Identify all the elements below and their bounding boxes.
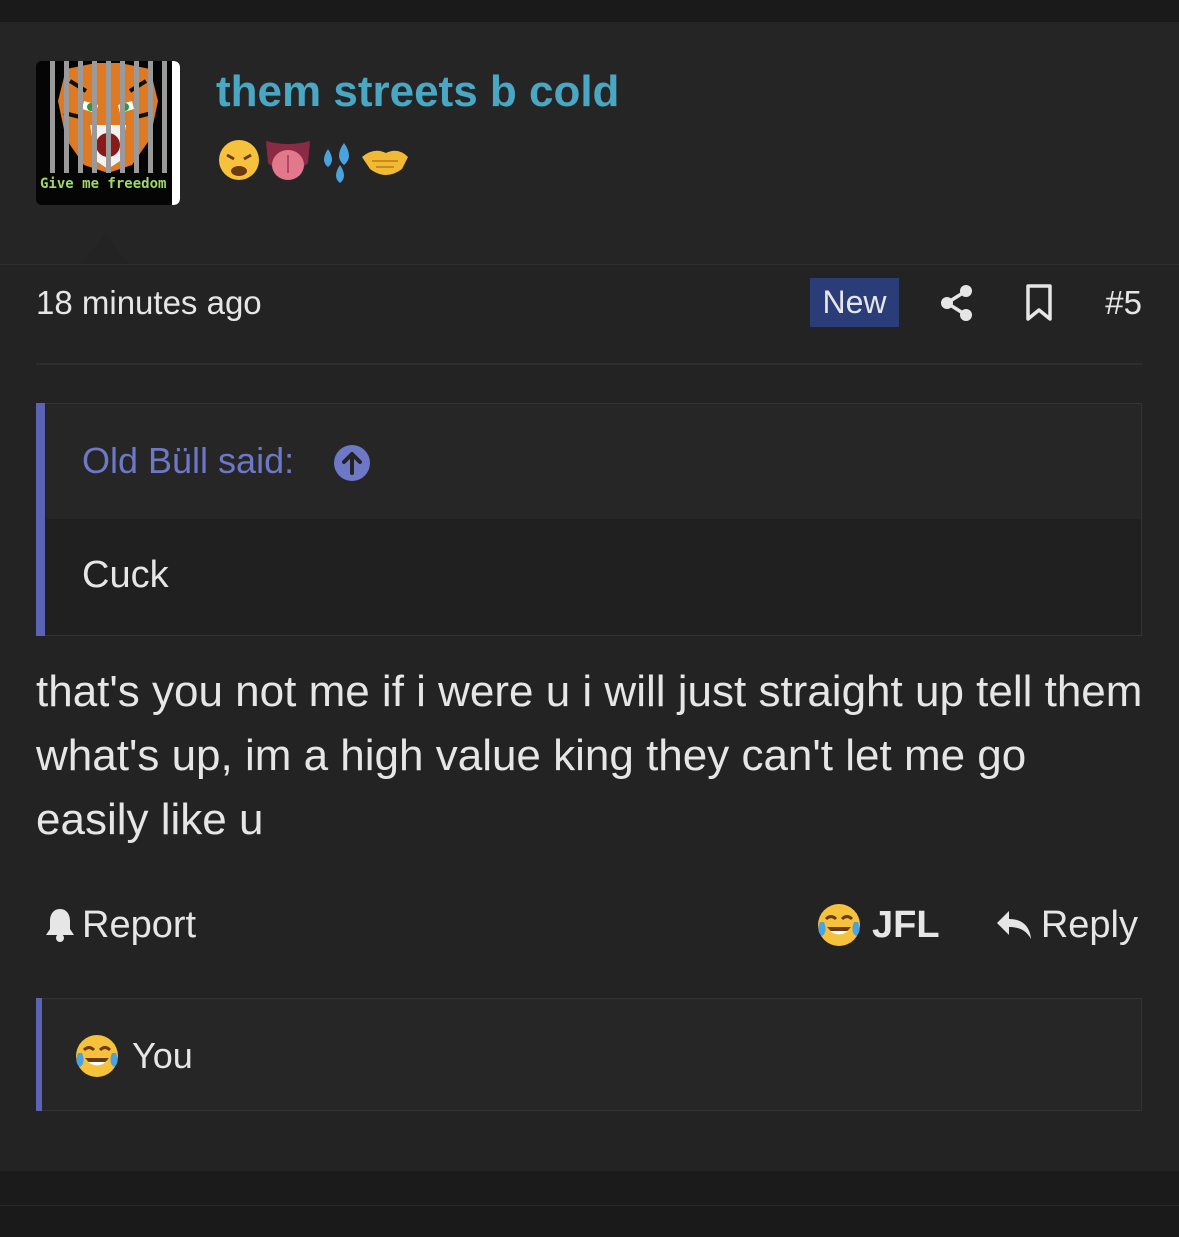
post-timestamp[interactable]: 18 minutes ago: [36, 284, 262, 322]
quote-text: Cuck: [82, 554, 169, 596]
username[interactable]: them streets b cold: [216, 67, 619, 117]
handshake-emoji: [362, 150, 408, 175]
top-separator: [0, 0, 1179, 23]
reply-button[interactable]: Reply: [995, 900, 1138, 950]
reply-arrow-icon: [996, 911, 1031, 939]
user-avatar[interactable]: Give me freedom: [36, 61, 180, 205]
new-badge: New: [810, 278, 899, 327]
tears-of-joy-icon: [818, 904, 860, 946]
quote-accent-bar: [36, 403, 45, 636]
arrow-up-circle-icon[interactable]: [333, 444, 371, 482]
avatar-caption: Give me freedom: [40, 176, 167, 192]
post-message: that's you not me if i were u i will jus…: [36, 667, 1143, 844]
reactions-summary[interactable]: You: [36, 998, 1142, 1111]
quote-block: Old Büll said: Cuck: [36, 403, 1142, 636]
quote-header: Old Büll said:: [46, 404, 1141, 519]
reply-label: Reply: [1040, 903, 1138, 946]
weary-face-emoji: [219, 140, 259, 180]
bell-icon: [46, 909, 74, 942]
reactions-accent-bar: [36, 998, 42, 1111]
tongue-emoji: [266, 141, 310, 180]
post-author-header: Give me freedom them streets b cold: [0, 23, 1179, 265]
report-button[interactable]: Report: [44, 900, 196, 950]
jfl-reaction-button[interactable]: JFL: [816, 900, 940, 950]
header-pointer: [82, 233, 128, 264]
bottom-separator: [0, 1205, 1179, 1237]
bookmark-icon[interactable]: [1024, 283, 1054, 323]
post-number-link[interactable]: #5: [1105, 284, 1142, 322]
quote-author-link[interactable]: Old Büll said:: [82, 440, 294, 482]
reactions-list: You: [74, 1032, 193, 1080]
post-actions: Report JFL Reply: [36, 900, 1142, 956]
meta-divider: [36, 363, 1142, 365]
share-icon[interactable]: [940, 284, 974, 322]
sweat-droplets-emoji: [324, 143, 349, 183]
post-meta-bar: 18 minutes ago New #5: [36, 278, 1142, 330]
jfl-label: JFL: [872, 903, 940, 946]
user-flair: [219, 140, 408, 183]
tears-of-joy-icon: [76, 1035, 118, 1077]
avatar-border: [172, 61, 180, 205]
report-label: Report: [82, 903, 197, 946]
reactions-user-label: You: [132, 1035, 193, 1076]
